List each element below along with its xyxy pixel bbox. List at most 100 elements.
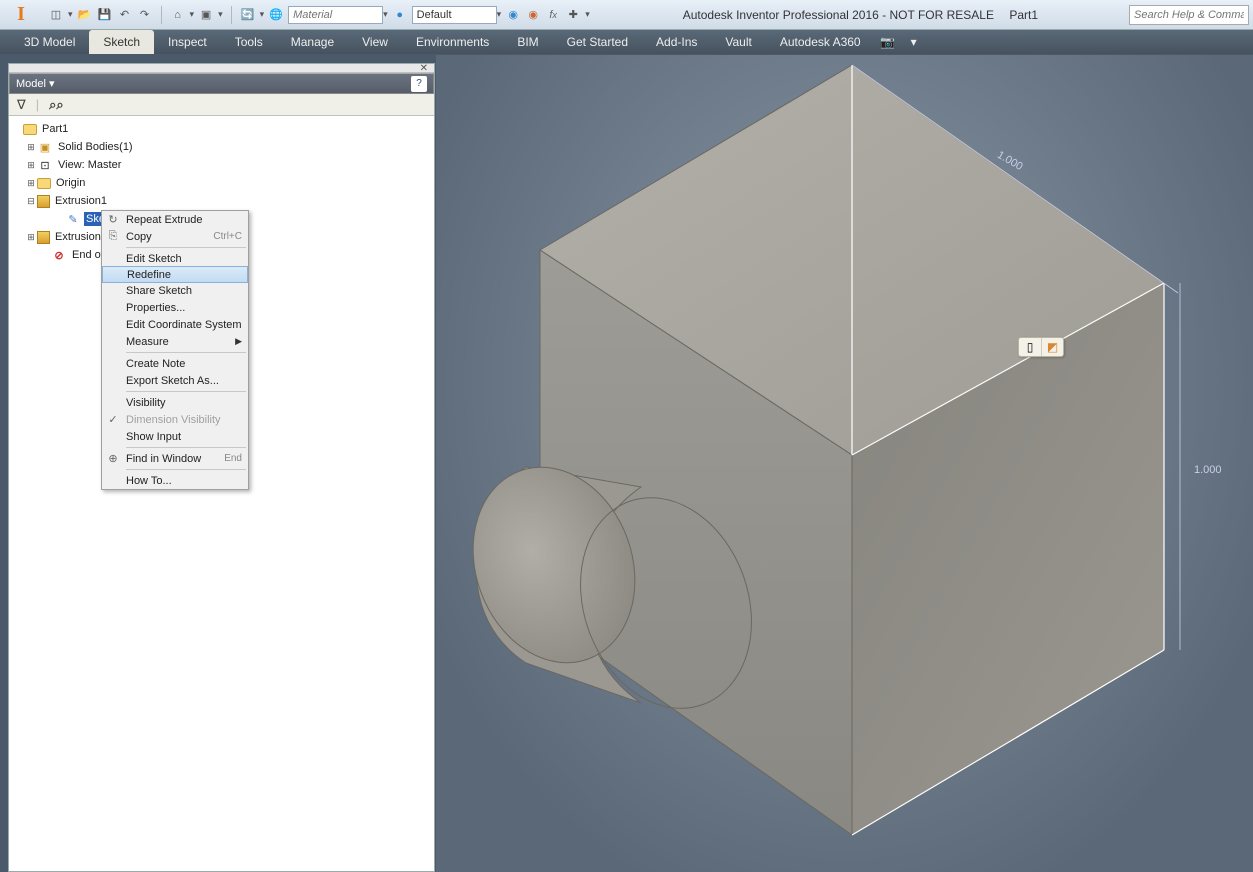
check-icon: ✓: [106, 413, 120, 426]
mini-toolbar-button-1[interactable]: ▯: [1019, 338, 1041, 356]
ctx-share-sketch[interactable]: Share Sketch: [102, 282, 248, 299]
app-icon[interactable]: I: [0, 0, 42, 30]
tab-camera-icon[interactable]: 📷: [875, 30, 901, 54]
ctx-separator: [126, 469, 246, 470]
tab-environments[interactable]: Environments: [402, 30, 503, 54]
qat-color1-icon[interactable]: ◉: [505, 7, 521, 23]
view-icon: ⊡: [37, 157, 53, 173]
qat-home-icon[interactable]: ⌂: [170, 7, 186, 23]
folder-icon: [37, 178, 51, 189]
qat-new-dropdown[interactable]: ▾: [68, 9, 73, 20]
ctx-separator: [126, 352, 246, 353]
tab-get-started[interactable]: Get Started: [553, 30, 642, 54]
qat-select-dropdown[interactable]: ▾: [218, 9, 223, 20]
tab-inspect[interactable]: Inspect: [154, 30, 221, 54]
quick-access-toolbar: ◫▾ 📂 💾 ↶ ↷ ⌂▾ ▣▾ 🔄▾ 🌐 ▾ ● ▾ ◉ ◉ fx ✚ ▾: [42, 6, 596, 24]
qat-update-icon[interactable]: 🔄: [240, 7, 256, 23]
ctx-how-to[interactable]: How To...: [102, 472, 248, 489]
ctx-repeat-extrude[interactable]: ↻Repeat Extrude: [102, 211, 248, 228]
end-of-part-icon: ⊘: [51, 247, 67, 263]
app-title-label: Autodesk Inventor Professional 2016 - NO…: [683, 8, 994, 22]
tab-view[interactable]: View: [348, 30, 402, 54]
find-icon[interactable]: ⌕⌕: [49, 97, 64, 113]
window-title: Autodesk Inventor Professional 2016 - NO…: [596, 8, 1125, 22]
qat-open-icon[interactable]: 📂: [77, 7, 93, 23]
ctx-properties[interactable]: Properties...: [102, 299, 248, 316]
qat-home-dropdown[interactable]: ▾: [190, 9, 195, 20]
ctx-create-note[interactable]: Create Note: [102, 355, 248, 372]
tab-3d-model[interactable]: 3D Model: [10, 30, 89, 54]
tree-view[interactable]: ⊞⊡View: Master: [11, 156, 432, 174]
app-logo: I: [17, 3, 25, 26]
document-name-label: Part1: [1009, 8, 1038, 22]
ctx-separator: [126, 247, 246, 248]
qat-plus-icon[interactable]: ✚: [565, 7, 581, 23]
panel-help-button[interactable]: ?: [411, 76, 427, 92]
titlebar: I ◫▾ 📂 💾 ↶ ↷ ⌂▾ ▣▾ 🔄▾ 🌐 ▾ ● ▾ ◉ ◉ fx ✚ ▾…: [0, 0, 1253, 30]
find-icon: ⊕: [106, 452, 120, 465]
appearance-dropdown[interactable]: ▾: [412, 6, 502, 24]
tree-origin[interactable]: ⊞Origin: [11, 174, 432, 192]
copy-icon: ⎘: [106, 230, 120, 243]
ctx-measure[interactable]: Measure▶: [102, 333, 248, 350]
cube-icon: ▣: [37, 139, 53, 155]
context-menu: ↻Repeat Extrude ⎘CopyCtrl+C Edit Sketch …: [101, 210, 249, 490]
tree-solid-bodies[interactable]: ⊞▣Solid Bodies(1): [11, 138, 432, 156]
panel-header[interactable]: Model ▾ ?: [9, 73, 434, 94]
tab-bim[interactable]: BIM: [503, 30, 552, 54]
qat-appearance-icon[interactable]: ●: [392, 7, 408, 23]
material-input[interactable]: [288, 6, 383, 24]
panel-title: Model ▾: [16, 77, 411, 90]
ctx-separator: [126, 447, 246, 448]
submenu-arrow-icon: ▶: [235, 336, 242, 347]
help-search[interactable]: [1125, 5, 1253, 25]
qat-redo-icon[interactable]: ↷: [137, 7, 153, 23]
qat-fx-icon[interactable]: fx: [545, 7, 561, 23]
qat-separator: [161, 6, 162, 24]
ctx-redefine[interactable]: Redefine: [102, 266, 248, 283]
tab-sketch[interactable]: Sketch: [89, 30, 154, 54]
extrude-icon: [37, 231, 50, 244]
ctx-separator: [126, 391, 246, 392]
mini-toolbar: ▯ ◩: [1018, 337, 1064, 357]
ctx-copy[interactable]: ⎘CopyCtrl+C: [102, 228, 248, 245]
ctx-visibility[interactable]: Visibility: [102, 394, 248, 411]
tab-tools[interactable]: Tools: [221, 30, 277, 54]
ctx-show-input[interactable]: Show Input: [102, 428, 248, 445]
qat-color2-icon[interactable]: ◉: [525, 7, 541, 23]
material-dropdown[interactable]: ▾: [288, 6, 388, 24]
appearance-input[interactable]: [412, 6, 497, 24]
ctx-find-in-window[interactable]: ⊕Find in WindowEnd: [102, 450, 248, 467]
tree-extrusion1[interactable]: ⊟Extrusion1: [11, 192, 432, 210]
tab-manage[interactable]: Manage: [277, 30, 348, 54]
ctx-export-sketch[interactable]: Export Sketch As...: [102, 372, 248, 389]
qat-customize-dropdown[interactable]: ▾: [585, 9, 590, 20]
panel-close-button[interactable]: ✕: [9, 64, 434, 73]
qat-save-icon[interactable]: 💾: [97, 7, 113, 23]
panel-toolbar: ∇ | ⌕⌕: [9, 94, 434, 116]
sketch-icon: ✎: [65, 211, 81, 227]
tab-autodesk-a360[interactable]: Autodesk A360: [766, 30, 875, 54]
tab-add-ins[interactable]: Add-Ins: [642, 30, 711, 54]
qat-update-dropdown[interactable]: ▾: [260, 9, 265, 20]
repeat-icon: ↻: [106, 213, 120, 226]
extrude-icon: [37, 195, 50, 208]
qat-undo-icon[interactable]: ↶: [117, 7, 133, 23]
qat-select-icon[interactable]: ▣: [198, 7, 214, 23]
separator: |: [36, 97, 39, 112]
qat-globe-icon[interactable]: 🌐: [268, 7, 284, 23]
mini-toolbar-sketch-button[interactable]: ◩: [1041, 338, 1063, 356]
ribbon-tabs: 3D Model Sketch Inspect Tools Manage Vie…: [0, 30, 1253, 54]
qat-new-icon[interactable]: ◫: [48, 7, 64, 23]
dimension-2[interactable]: 1.000: [1194, 464, 1222, 476]
ctx-edit-coordinate-system[interactable]: Edit Coordinate System: [102, 316, 248, 333]
filter-icon[interactable]: ∇: [17, 97, 26, 113]
tab-dropdown-icon[interactable]: ▾: [901, 30, 927, 54]
tab-vault[interactable]: Vault: [711, 30, 765, 54]
ctx-edit-sketch[interactable]: Edit Sketch: [102, 250, 248, 267]
folder-icon: [23, 124, 37, 135]
tree-root[interactable]: Part1: [11, 120, 432, 138]
qat-separator: [231, 6, 232, 24]
3d-viewport[interactable]: 1.000 1.000 ▯ ◩: [436, 55, 1253, 872]
search-input[interactable]: [1129, 5, 1249, 25]
